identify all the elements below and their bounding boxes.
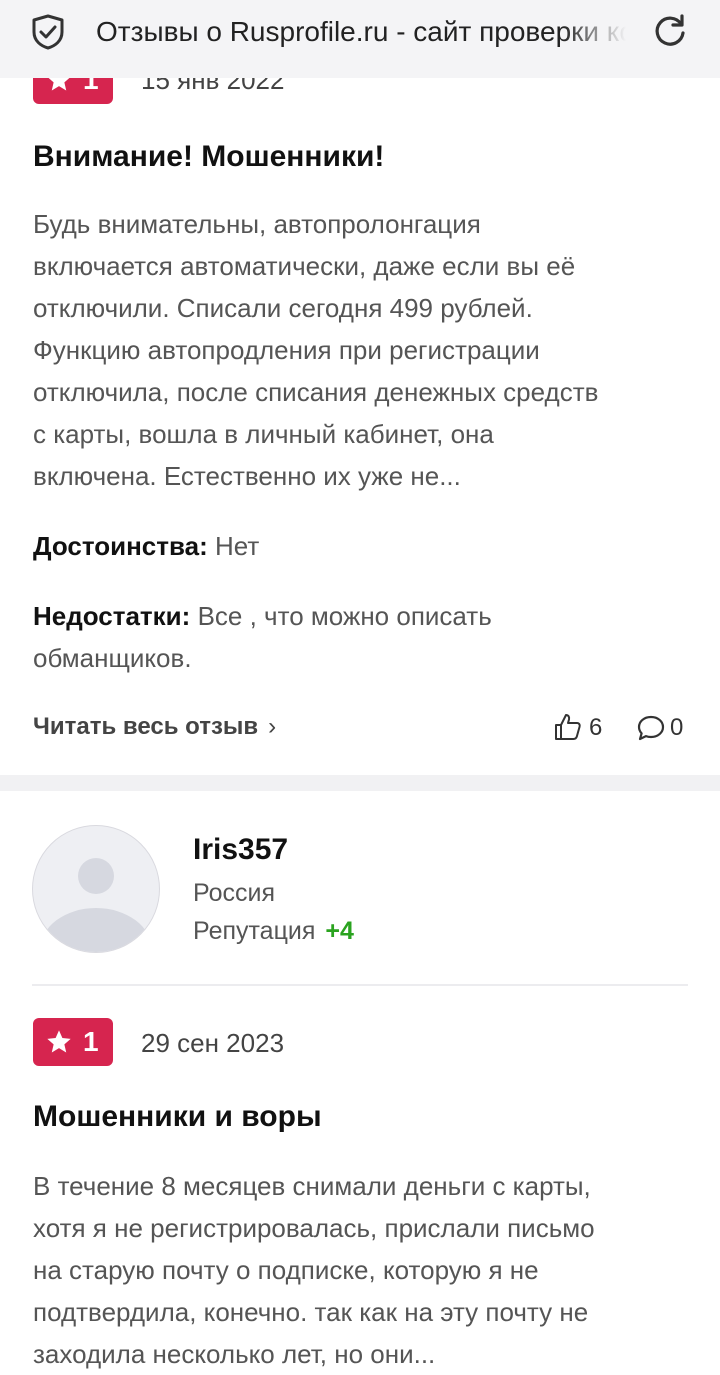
user-placeholder-icon <box>40 858 152 952</box>
review-title[interactable]: Мошенники и воры <box>33 1099 322 1135</box>
author-reputation: Репутация +4 <box>193 914 354 948</box>
cons-label: Недостатки: <box>33 601 191 631</box>
thumbs-up-icon <box>555 714 581 740</box>
review-text-line: на старую почту о подписке, которую я не <box>33 1255 539 1285</box>
author-country: Россия <box>193 879 275 907</box>
review-text-line: включается автоматически, даже если вы е… <box>33 251 576 281</box>
divider <box>32 984 688 986</box>
read-more-label: Читать весь отзыв <box>33 713 259 740</box>
review-text-line: Функцию автопродления при регистрации <box>33 335 540 365</box>
review-text-line: хотя я не регистрировалась, прислали пис… <box>33 1213 595 1243</box>
read-full-review-link[interactable]: Читать весь отзыв › <box>33 709 276 745</box>
review-date: 29 сен 2023 <box>141 1028 285 1058</box>
rating-value: 1 <box>83 1026 99 1057</box>
shield-check-icon[interactable] <box>31 14 65 50</box>
reputation-value: +4 <box>325 917 354 945</box>
rating-badge: 1 <box>33 1018 113 1066</box>
review-text-line: Будь внимательны, автопролонгация <box>33 209 481 239</box>
review-text-line: включена. Естественно их уже не... <box>33 461 461 491</box>
review-text-line: подтвердила, конечно. так как на эту поч… <box>33 1297 589 1327</box>
comment-count: 0 <box>670 714 684 741</box>
avatar[interactable] <box>32 825 160 953</box>
browser-header: Отзывы о Rusprofile.ru - сайт проверки к… <box>0 0 720 78</box>
cons-section: Недостатки: Все , что можно описать обма… <box>33 595 693 679</box>
pros-value: Нет <box>215 531 260 561</box>
star-icon <box>47 1030 71 1053</box>
pros-label: Достоинства: <box>33 531 208 561</box>
review-text-line: с карты, вошла в личный кабинет, она <box>33 419 494 449</box>
page-title: Отзывы о Rusprofile.ru - сайт проверки к… <box>96 16 626 47</box>
author-username[interactable]: Iris357 <box>193 830 288 870</box>
review-text-line: В течение 8 месяцев снимали деньги с кар… <box>33 1171 591 1201</box>
pros-section: Достоинства: Нет <box>33 525 693 567</box>
like-count: 6 <box>589 714 603 741</box>
reload-icon[interactable] <box>652 13 688 49</box>
comment-bubble-icon <box>637 715 665 741</box>
review-text-line: отключили. Списали сегодня 499 рублей. <box>33 293 533 323</box>
review-text: Будь внимательны, автопролонгация включа… <box>33 203 693 497</box>
review-text: В течение 8 месяцев снимали деньги с кар… <box>33 1165 693 1375</box>
cons-value: Все , что можно описать <box>197 601 492 631</box>
section-separator <box>0 775 720 791</box>
reputation-label: Репутация <box>193 917 316 945</box>
cons-value-cont: обманщиков. <box>33 643 192 673</box>
chevron-right-icon: › <box>268 713 277 740</box>
review-title[interactable]: Внимание! Мошенники! <box>33 139 384 175</box>
review-text-line: отключила, после списания денежных средс… <box>33 377 599 407</box>
